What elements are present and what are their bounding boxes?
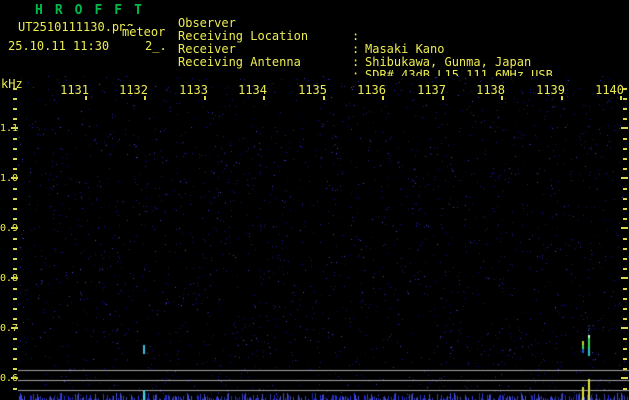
axis-tick <box>623 248 627 250</box>
info-row-location: Receiving Location : Shibukawa, Gunma, J… <box>0 17 629 69</box>
axis-tick <box>623 288 627 290</box>
axis-tick <box>13 148 17 150</box>
axis-tick <box>13 268 17 270</box>
axis-tick <box>11 127 18 129</box>
axis-tick <box>13 88 17 90</box>
axis-tick <box>13 218 17 220</box>
hrofft-screen: { "app": { "title": "HROFFT" }, "header"… <box>0 0 629 400</box>
axis-tick <box>621 177 628 179</box>
axis-tick <box>623 348 627 350</box>
axis-tick <box>13 158 17 160</box>
axis-tick <box>623 318 627 320</box>
axis-tick <box>11 377 18 379</box>
axis-tick <box>13 168 17 170</box>
info-row-antenna: Receiving Antenna : 4ele Yagi Az 230 for… <box>0 43 629 95</box>
axis-tick <box>623 338 627 340</box>
axis-tick <box>623 168 627 170</box>
axis-tick <box>13 348 17 350</box>
axis-tick <box>13 188 17 190</box>
axis-tick <box>623 198 627 200</box>
axis-tick <box>623 358 627 360</box>
axis-tick <box>13 208 17 210</box>
axis-tick <box>13 98 17 100</box>
axis-tick <box>623 308 627 310</box>
axis-tick <box>621 277 628 279</box>
axis-tick <box>623 158 627 160</box>
axis-tick <box>263 96 265 100</box>
axis-tick <box>11 277 18 279</box>
axis-tick <box>382 96 384 100</box>
axis-tick <box>623 258 627 260</box>
axis-tick <box>623 218 627 220</box>
axis-tick <box>204 96 206 100</box>
axis-tick <box>623 388 627 390</box>
axis-tick <box>623 88 627 90</box>
axis-tick <box>13 238 17 240</box>
axis-tick <box>621 377 628 379</box>
axis-tick <box>13 198 17 200</box>
axis-tick <box>621 327 628 329</box>
axis-tick <box>623 368 627 370</box>
axis-tick <box>623 208 627 210</box>
info-row-receiver: Receiver : SDR# 43dB L15 111.6MHz USB <box>0 30 629 82</box>
axis-tick <box>11 177 18 179</box>
axis-tick <box>13 118 17 120</box>
axis-tick <box>442 96 444 100</box>
info-label: Receiving Antenna <box>178 55 301 69</box>
axis-tick <box>623 188 627 190</box>
axis-tick <box>13 298 17 300</box>
axis-tick <box>623 268 627 270</box>
axis-tick <box>623 118 627 120</box>
axis-tick <box>623 138 627 140</box>
axis-tick <box>501 96 503 100</box>
axis-tick <box>13 358 17 360</box>
axis-tick <box>621 127 628 129</box>
axis-tick <box>623 98 627 100</box>
axis-tick <box>623 298 627 300</box>
freq-unit-label: kHz <box>1 77 23 91</box>
axis-tick <box>621 227 628 229</box>
axis-tick <box>323 96 325 100</box>
axis-tick <box>11 227 18 229</box>
axis-tick <box>11 327 18 329</box>
axis-tick <box>623 238 627 240</box>
axis-tick <box>13 388 17 390</box>
info-row-observer: Observer : Masaki Kano <box>0 4 629 56</box>
axis-tick <box>561 96 563 100</box>
axis-tick <box>13 108 17 110</box>
axis-tick <box>144 96 146 100</box>
axis-tick <box>620 96 622 100</box>
axis-tick <box>623 148 627 150</box>
axis-tick <box>623 108 627 110</box>
axis-tick <box>13 308 17 310</box>
axis-tick <box>13 288 17 290</box>
axis-tick <box>13 318 17 320</box>
spectrogram-canvas <box>18 76 629 400</box>
axis-tick <box>13 338 17 340</box>
axis-tick <box>13 248 17 250</box>
axis-tick <box>13 258 17 260</box>
axis-tick <box>13 368 17 370</box>
axis-tick <box>85 96 87 100</box>
axis-tick <box>13 138 17 140</box>
